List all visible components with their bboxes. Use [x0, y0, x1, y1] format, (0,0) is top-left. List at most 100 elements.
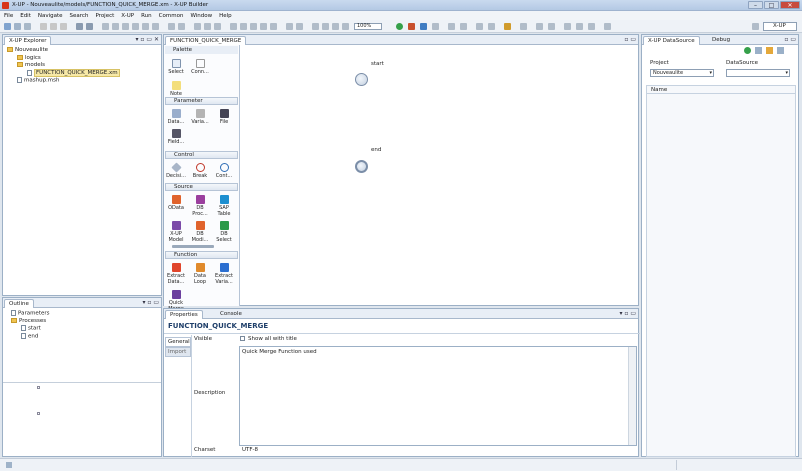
align-bottom-icon[interactable]	[152, 23, 159, 30]
tab-debug[interactable]: Debug	[708, 36, 734, 45]
tree-item-mashup[interactable]: mashup.msh	[7, 77, 120, 85]
tree-item-logics[interactable]: logics	[7, 54, 120, 63]
tab-outline[interactable]: Outline	[4, 299, 34, 308]
menu-run[interactable]: Run	[141, 13, 152, 19]
palette-group-source[interactable]: Source	[165, 183, 238, 191]
import-icon[interactable]	[476, 23, 483, 30]
tab-editor-function-quick-merge[interactable]: FUNCTION_QUICK_MERGE	[165, 36, 247, 45]
menu-navigate[interactable]: Navigate	[38, 13, 63, 19]
paste-icon[interactable]	[60, 23, 67, 30]
outline-item-processes[interactable]: Processes	[11, 317, 49, 326]
order-back-icon[interactable]	[296, 23, 303, 30]
end-node[interactable]	[355, 160, 368, 173]
tree-item-model-file[interactable]: FUNCTION_QUICK_MERGE.xm	[7, 69, 120, 77]
stop-icon[interactable]	[408, 23, 415, 30]
palette-item-xup-model[interactable]: X-UP Model	[166, 221, 186, 243]
align-top-icon[interactable]	[132, 23, 139, 30]
datasource-select[interactable]	[726, 69, 790, 77]
align-right-icon[interactable]	[122, 23, 129, 30]
collapse-icon[interactable]	[755, 47, 762, 54]
new-icon[interactable]	[4, 23, 11, 30]
outline-item-start[interactable]: start	[11, 325, 49, 333]
copy-icon[interactable]	[50, 23, 57, 30]
open-perspective-icon[interactable]	[752, 23, 759, 30]
tab-console[interactable]: Console	[216, 310, 246, 319]
ruler-icon[interactable]	[270, 23, 277, 30]
datasource-view-controls[interactable]: ▫ ▭	[784, 36, 796, 43]
properties-view-controls[interactable]: ▾ ▫ ▭	[619, 310, 636, 317]
menu-help[interactable]: Help	[219, 13, 232, 19]
palette-item-db-procedure[interactable]: DB Proc...	[190, 195, 210, 217]
palette-note-tool[interactable]: Note	[166, 81, 186, 97]
palette-item-db-modify[interactable]: DB Modi...	[190, 221, 210, 243]
zoom-out-icon[interactable]	[250, 23, 257, 30]
prev-annotation-icon[interactable]	[548, 23, 555, 30]
close-button[interactable]: ✕	[780, 1, 800, 9]
palette-item-extract-variable[interactable]: Extract Varia...	[214, 263, 234, 285]
outline-view-controls[interactable]: ▾ ▫ ▭	[142, 299, 159, 306]
refresh-icon[interactable]	[744, 47, 751, 54]
menu-file[interactable]: File	[4, 13, 13, 19]
menu-project[interactable]: Project	[95, 13, 114, 19]
pin-icon[interactable]	[604, 23, 611, 30]
palette-item-data-loop[interactable]: Data Loop	[190, 263, 210, 285]
zoom-in-icon[interactable]	[240, 23, 247, 30]
external-tools-icon[interactable]	[504, 23, 511, 30]
match-height-icon[interactable]	[178, 23, 185, 30]
test-icon[interactable]	[432, 23, 439, 30]
snap-icon[interactable]	[260, 23, 267, 30]
lock-icon[interactable]	[332, 23, 339, 30]
palette-item-extract-data[interactable]: Extract Data...	[166, 263, 186, 285]
menu-window[interactable]: Window	[190, 13, 212, 19]
debug-icon[interactable]	[420, 23, 427, 30]
datasource-filter-icon[interactable]	[766, 47, 773, 54]
palette-connection-tool[interactable]: Conn...	[190, 59, 210, 75]
palette-select-tool[interactable]: Select	[166, 59, 186, 75]
maximize-button[interactable]: □	[764, 1, 779, 9]
zoom-select[interactable]: 100%	[354, 23, 382, 30]
palette-item-odata[interactable]: OData	[166, 195, 186, 211]
tab-xup-explorer[interactable]: X-UP Explorer	[4, 36, 52, 45]
unlock-icon[interactable]	[342, 23, 349, 30]
menu-common[interactable]: Common	[159, 13, 184, 19]
search-icon[interactable]	[520, 23, 527, 30]
forward-icon[interactable]	[588, 23, 595, 30]
menu-search[interactable]: Search	[70, 13, 89, 19]
fast-view-icon[interactable]	[6, 462, 12, 468]
palette-item-variable[interactable]: Varia...	[190, 109, 210, 125]
palette-item-decision[interactable]: Decisi...	[166, 162, 186, 179]
charset-value[interactable]: UTF-8	[242, 447, 258, 453]
palette-item-data[interactable]: Data...	[166, 109, 186, 125]
datasource-settings-icon[interactable]	[777, 47, 784, 54]
order-front-icon[interactable]	[286, 23, 293, 30]
outline-item-end[interactable]: end	[11, 332, 49, 341]
deploy-icon[interactable]	[448, 23, 455, 30]
tree-item-project[interactable]: Nouveaulite	[7, 47, 120, 55]
palette-scrollbar[interactable]	[172, 245, 214, 248]
palette-item-sap-table[interactable]: SAP Table	[214, 195, 234, 217]
distribute-icon[interactable]	[204, 23, 211, 30]
menu-edit[interactable]: Edit	[20, 13, 31, 19]
grid-icon[interactable]	[214, 23, 221, 30]
zoom-fit-icon[interactable]	[230, 23, 237, 30]
group-icon[interactable]	[312, 23, 319, 30]
description-scrollbar[interactable]	[628, 347, 636, 445]
minimize-button[interactable]: –	[748, 1, 763, 9]
start-node[interactable]	[355, 73, 368, 86]
next-annotation-icon[interactable]	[536, 23, 543, 30]
run-icon[interactable]	[396, 23, 403, 30]
tab-xup-datasource[interactable]: X-UP DataSource	[643, 36, 700, 45]
palette-item-break[interactable]: Break	[190, 163, 210, 179]
outline-item-parameters[interactable]: Parameters	[11, 310, 49, 318]
last-edit-icon[interactable]	[564, 23, 571, 30]
back-icon[interactable]	[576, 23, 583, 30]
cut-icon[interactable]	[40, 23, 47, 30]
print-icon[interactable]	[24, 23, 31, 30]
side-tab-import[interactable]: Import	[165, 347, 191, 357]
layout-icon[interactable]	[194, 23, 201, 30]
save-icon[interactable]	[14, 23, 21, 30]
undo-icon[interactable]	[76, 23, 83, 30]
menu-xup[interactable]: X-UP	[121, 13, 134, 19]
palette-group-control[interactable]: Control	[165, 151, 238, 159]
settings-icon[interactable]	[488, 23, 495, 30]
